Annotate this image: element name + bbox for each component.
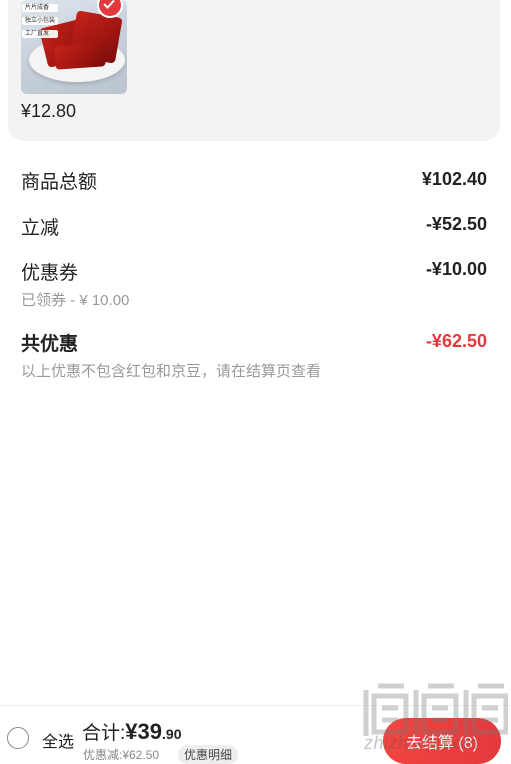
product-price: ¥12.80 xyxy=(21,101,77,121)
instant-discount-label: 立减 xyxy=(21,218,60,239)
instant-discount-value: -¥52.50 xyxy=(425,214,487,234)
goods-total-value: ¥102.40 xyxy=(421,169,487,189)
image-tag: 独立小包装 xyxy=(22,17,59,25)
image-tag: 片片成香 xyxy=(22,4,59,12)
discount-note: 以上优惠不包含红包和京豆，请在结算页查看 xyxy=(21,363,322,380)
total-amount: 合计:¥39.90 xyxy=(82,718,181,745)
total-label: 合计: xyxy=(82,723,126,744)
coupon-label: 优惠券 xyxy=(21,263,79,284)
coupon-value: -¥10.00 xyxy=(425,259,487,279)
image-tags: 片片成香 独立小包装 工厂直发 xyxy=(22,4,59,38)
jerky-piece xyxy=(54,42,106,70)
discount-summary: 优惠减:¥62.50 xyxy=(83,748,160,762)
total-currency: ¥ xyxy=(125,719,138,744)
total-discount-label: 共优惠 xyxy=(21,334,79,355)
goods-total-label: 商品总额 xyxy=(21,172,98,193)
coupon-claimed: 已领券 - ¥ 10.00 xyxy=(21,292,130,309)
select-all-label[interactable]: 全选 xyxy=(42,728,74,752)
select-all-radio[interactable] xyxy=(7,727,29,749)
total-integer: 39 xyxy=(137,719,163,744)
image-tag: 工厂直发 xyxy=(22,30,59,38)
discount-detail-button[interactable]: 优惠明细 xyxy=(178,745,239,764)
product-image[interactable]: 片片成香 独立小包装 工厂直发 xyxy=(21,0,127,94)
total-discount-value: -¥62.50 xyxy=(425,331,487,351)
watermark-text: zhizhizhi.com xyxy=(364,733,479,753)
total-decimal: .90 xyxy=(162,726,182,742)
